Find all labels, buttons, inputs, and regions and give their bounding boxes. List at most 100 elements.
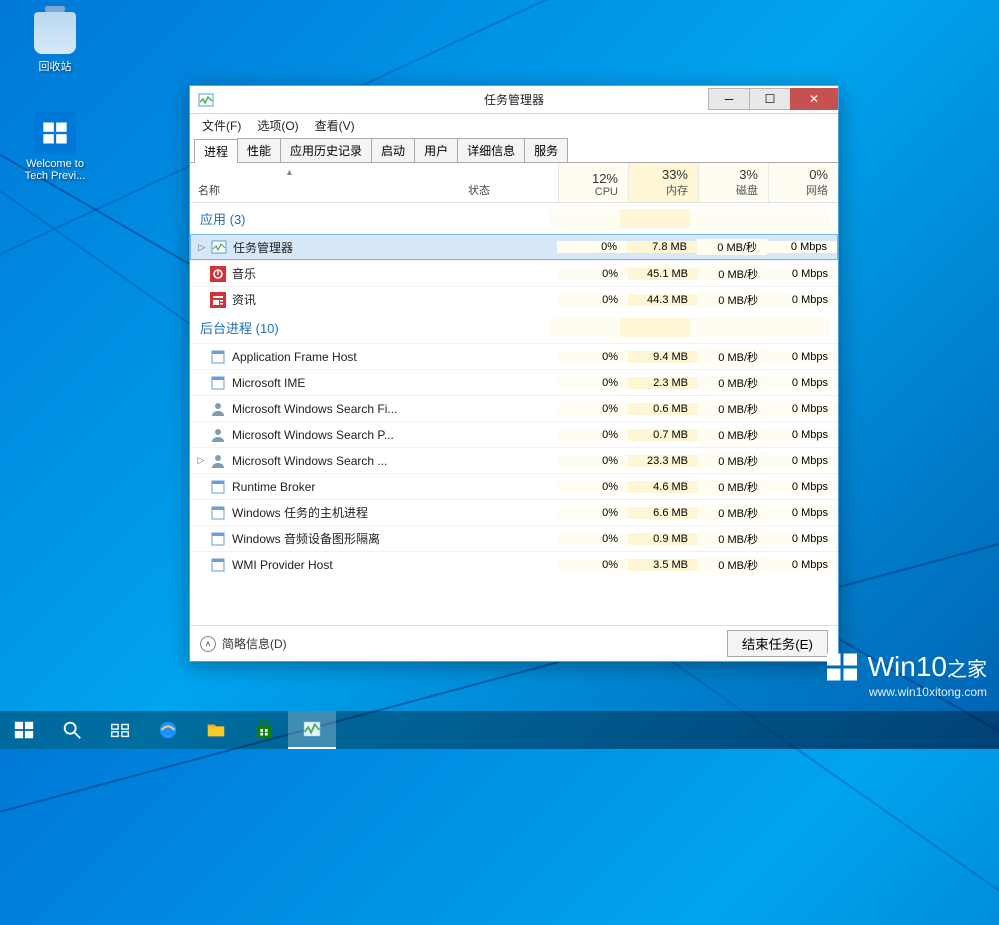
welcome-tile-icon[interactable]: Welcome to Tech Previ... xyxy=(20,112,90,182)
process-name: WMI Provider Host xyxy=(232,558,468,572)
process-name: Microsoft Windows Search ... xyxy=(232,454,468,468)
process-name: Runtime Broker xyxy=(232,480,468,494)
expand-icon[interactable]: ▷ xyxy=(194,455,208,466)
net-value: 0 Mbps xyxy=(768,559,838,571)
expand-icon[interactable]: ▷ xyxy=(195,242,209,253)
windows-logo-icon xyxy=(824,649,860,685)
process-icon xyxy=(210,505,226,521)
net-value: 0 Mbps xyxy=(768,507,838,519)
net-value: 0 Mbps xyxy=(768,533,838,545)
net-value: 0 Mbps xyxy=(767,241,837,253)
net-label: 网络 xyxy=(769,182,828,198)
process-row[interactable]: Microsoft Windows Search Fi...0%0.6 MB0 … xyxy=(190,395,838,421)
menu-view[interactable]: 查看(V) xyxy=(307,115,363,136)
process-icon xyxy=(210,557,226,573)
tab-details[interactable]: 详细信息 xyxy=(457,138,525,162)
fewer-details-button[interactable]: ˄ 简略信息(D) xyxy=(200,635,287,652)
col-cpu[interactable]: 12% CPU xyxy=(558,163,628,202)
ie-button[interactable] xyxy=(144,711,192,749)
col-disk[interactable]: 3% 磁盘 xyxy=(698,163,768,202)
disk-value: 0 MB/秒 xyxy=(698,531,768,547)
windows-logo-icon xyxy=(34,112,76,154)
watermark-url: www.win10xitong.com xyxy=(824,685,987,699)
disk-value: 0 MB/秒 xyxy=(698,266,768,282)
recycle-bin-glyph xyxy=(34,12,76,54)
cpu-pct: 12% xyxy=(559,171,618,186)
process-row[interactable]: Runtime Broker0%4.6 MB0 MB/秒0 Mbps xyxy=(190,473,838,499)
end-task-button[interactable]: 结束任务(E) xyxy=(727,630,828,657)
mem-value: 4.6 MB xyxy=(628,481,698,493)
net-value: 0 Mbps xyxy=(768,429,838,441)
cpu-value: 0% xyxy=(558,507,628,519)
process-row[interactable]: 音乐0%45.1 MB0 MB/秒0 Mbps xyxy=(190,260,838,286)
tab-startup[interactable]: 启动 xyxy=(371,138,415,162)
task-view-button[interactable] xyxy=(96,711,144,749)
recycle-bin-label: 回收站 xyxy=(20,58,90,74)
menu-options[interactable]: 选项(O) xyxy=(249,115,306,136)
tab-users[interactable]: 用户 xyxy=(414,138,458,162)
process-row[interactable]: WMI Provider Host0%3.5 MB0 MB/秒0 Mbps xyxy=(190,551,838,577)
watermark-brand: Win10 xyxy=(868,651,947,682)
fewer-details-label: 简略信息(D) xyxy=(222,635,287,652)
file-explorer-button[interactable] xyxy=(192,711,240,749)
process-row[interactable]: 资讯0%44.3 MB0 MB/秒0 Mbps xyxy=(190,286,838,312)
watermark: Win10之家 www.win10xitong.com xyxy=(824,649,987,699)
process-name: 资讯 xyxy=(232,291,468,308)
tab-bar: 进程 性能 应用历史记录 启动 用户 详细信息 服务 xyxy=(190,136,838,163)
net-value: 0 Mbps xyxy=(768,481,838,493)
window-title: 任务管理器 xyxy=(484,91,544,108)
mem-label: 内存 xyxy=(629,182,688,198)
process-name: Windows 音频设备图形隔离 xyxy=(232,530,468,547)
recycle-bin-icon[interactable]: 回收站 xyxy=(20,12,90,74)
disk-value: 0 MB/秒 xyxy=(698,349,768,365)
process-name: 音乐 xyxy=(232,265,468,282)
tab-performance[interactable]: 性能 xyxy=(237,138,281,162)
sort-indicator-icon: ▲ xyxy=(285,167,294,177)
menu-file[interactable]: 文件(F) xyxy=(194,115,249,136)
disk-value: 0 MB/秒 xyxy=(698,557,768,573)
search-button[interactable] xyxy=(48,711,96,749)
start-button[interactable] xyxy=(0,711,48,749)
process-row[interactable]: Application Frame Host0%9.4 MB0 MB/秒0 Mb… xyxy=(190,343,838,369)
disk-label: 磁盘 xyxy=(699,182,758,198)
tab-services[interactable]: 服务 xyxy=(524,138,568,162)
cpu-value: 0% xyxy=(558,351,628,363)
process-row[interactable]: Windows 音频设备图形隔离0%0.9 MB0 MB/秒0 Mbps xyxy=(190,525,838,551)
disk-value: 0 MB/秒 xyxy=(698,453,768,469)
cpu-value: 0% xyxy=(558,294,628,306)
tab-app-history[interactable]: 应用历史记录 xyxy=(280,138,372,162)
col-memory[interactable]: 33% 内存 xyxy=(628,163,698,202)
store-button[interactable] xyxy=(240,711,288,749)
mem-value: 7.8 MB xyxy=(627,241,697,253)
minimize-button[interactable]: ─ xyxy=(708,88,750,110)
tab-processes[interactable]: 进程 xyxy=(194,139,238,163)
disk-value: 0 MB/秒 xyxy=(698,427,768,443)
task-manager-window: 任务管理器 ─ ☐ ✕ 文件(F) 选项(O) 查看(V) 进程 性能 应用历史… xyxy=(189,85,839,662)
task-manager-taskbar-button[interactable] xyxy=(288,711,336,749)
process-name: Windows 任务的主机进程 xyxy=(232,504,468,521)
menubar: 文件(F) 选项(O) 查看(V) xyxy=(190,114,838,136)
col-name[interactable]: ▲ 名称 xyxy=(190,163,468,202)
process-row[interactable]: ▷任务管理器0%7.8 MB0 MB/秒0 Mbps xyxy=(190,234,838,260)
process-row[interactable]: Windows 任务的主机进程0%6.6 MB0 MB/秒0 Mbps xyxy=(190,499,838,525)
process-row[interactable]: Microsoft Windows Search P...0%0.7 MB0 M… xyxy=(190,421,838,447)
process-row[interactable]: Microsoft IME0%2.3 MB0 MB/秒0 Mbps xyxy=(190,369,838,395)
titlebar[interactable]: 任务管理器 ─ ☐ ✕ xyxy=(190,86,838,114)
net-pct: 0% xyxy=(769,167,828,182)
mem-value: 3.5 MB xyxy=(628,559,698,571)
column-headers: ▲ 名称 状态 12% CPU 33% 内存 3% 磁盘 0% 网络 xyxy=(190,163,838,203)
mem-value: 0.6 MB xyxy=(628,403,698,415)
process-name: Microsoft IME xyxy=(232,376,468,390)
process-name: 任务管理器 xyxy=(233,239,467,256)
process-list[interactable]: 应用 (3)▷任务管理器0%7.8 MB0 MB/秒0 Mbps音乐0%45.1… xyxy=(190,203,838,625)
process-name: Microsoft Windows Search P... xyxy=(232,428,468,442)
process-row[interactable]: ▷Microsoft Windows Search ...0%23.3 MB0 … xyxy=(190,447,838,473)
disk-value: 0 MB/秒 xyxy=(698,505,768,521)
col-status[interactable]: 状态 xyxy=(468,163,558,202)
maximize-button[interactable]: ☐ xyxy=(749,88,791,110)
close-button[interactable]: ✕ xyxy=(790,88,838,110)
col-network[interactable]: 0% 网络 xyxy=(768,163,838,202)
disk-value: 0 MB/秒 xyxy=(698,292,768,308)
mem-value: 44.3 MB xyxy=(628,294,698,306)
mem-value: 0.7 MB xyxy=(628,429,698,441)
